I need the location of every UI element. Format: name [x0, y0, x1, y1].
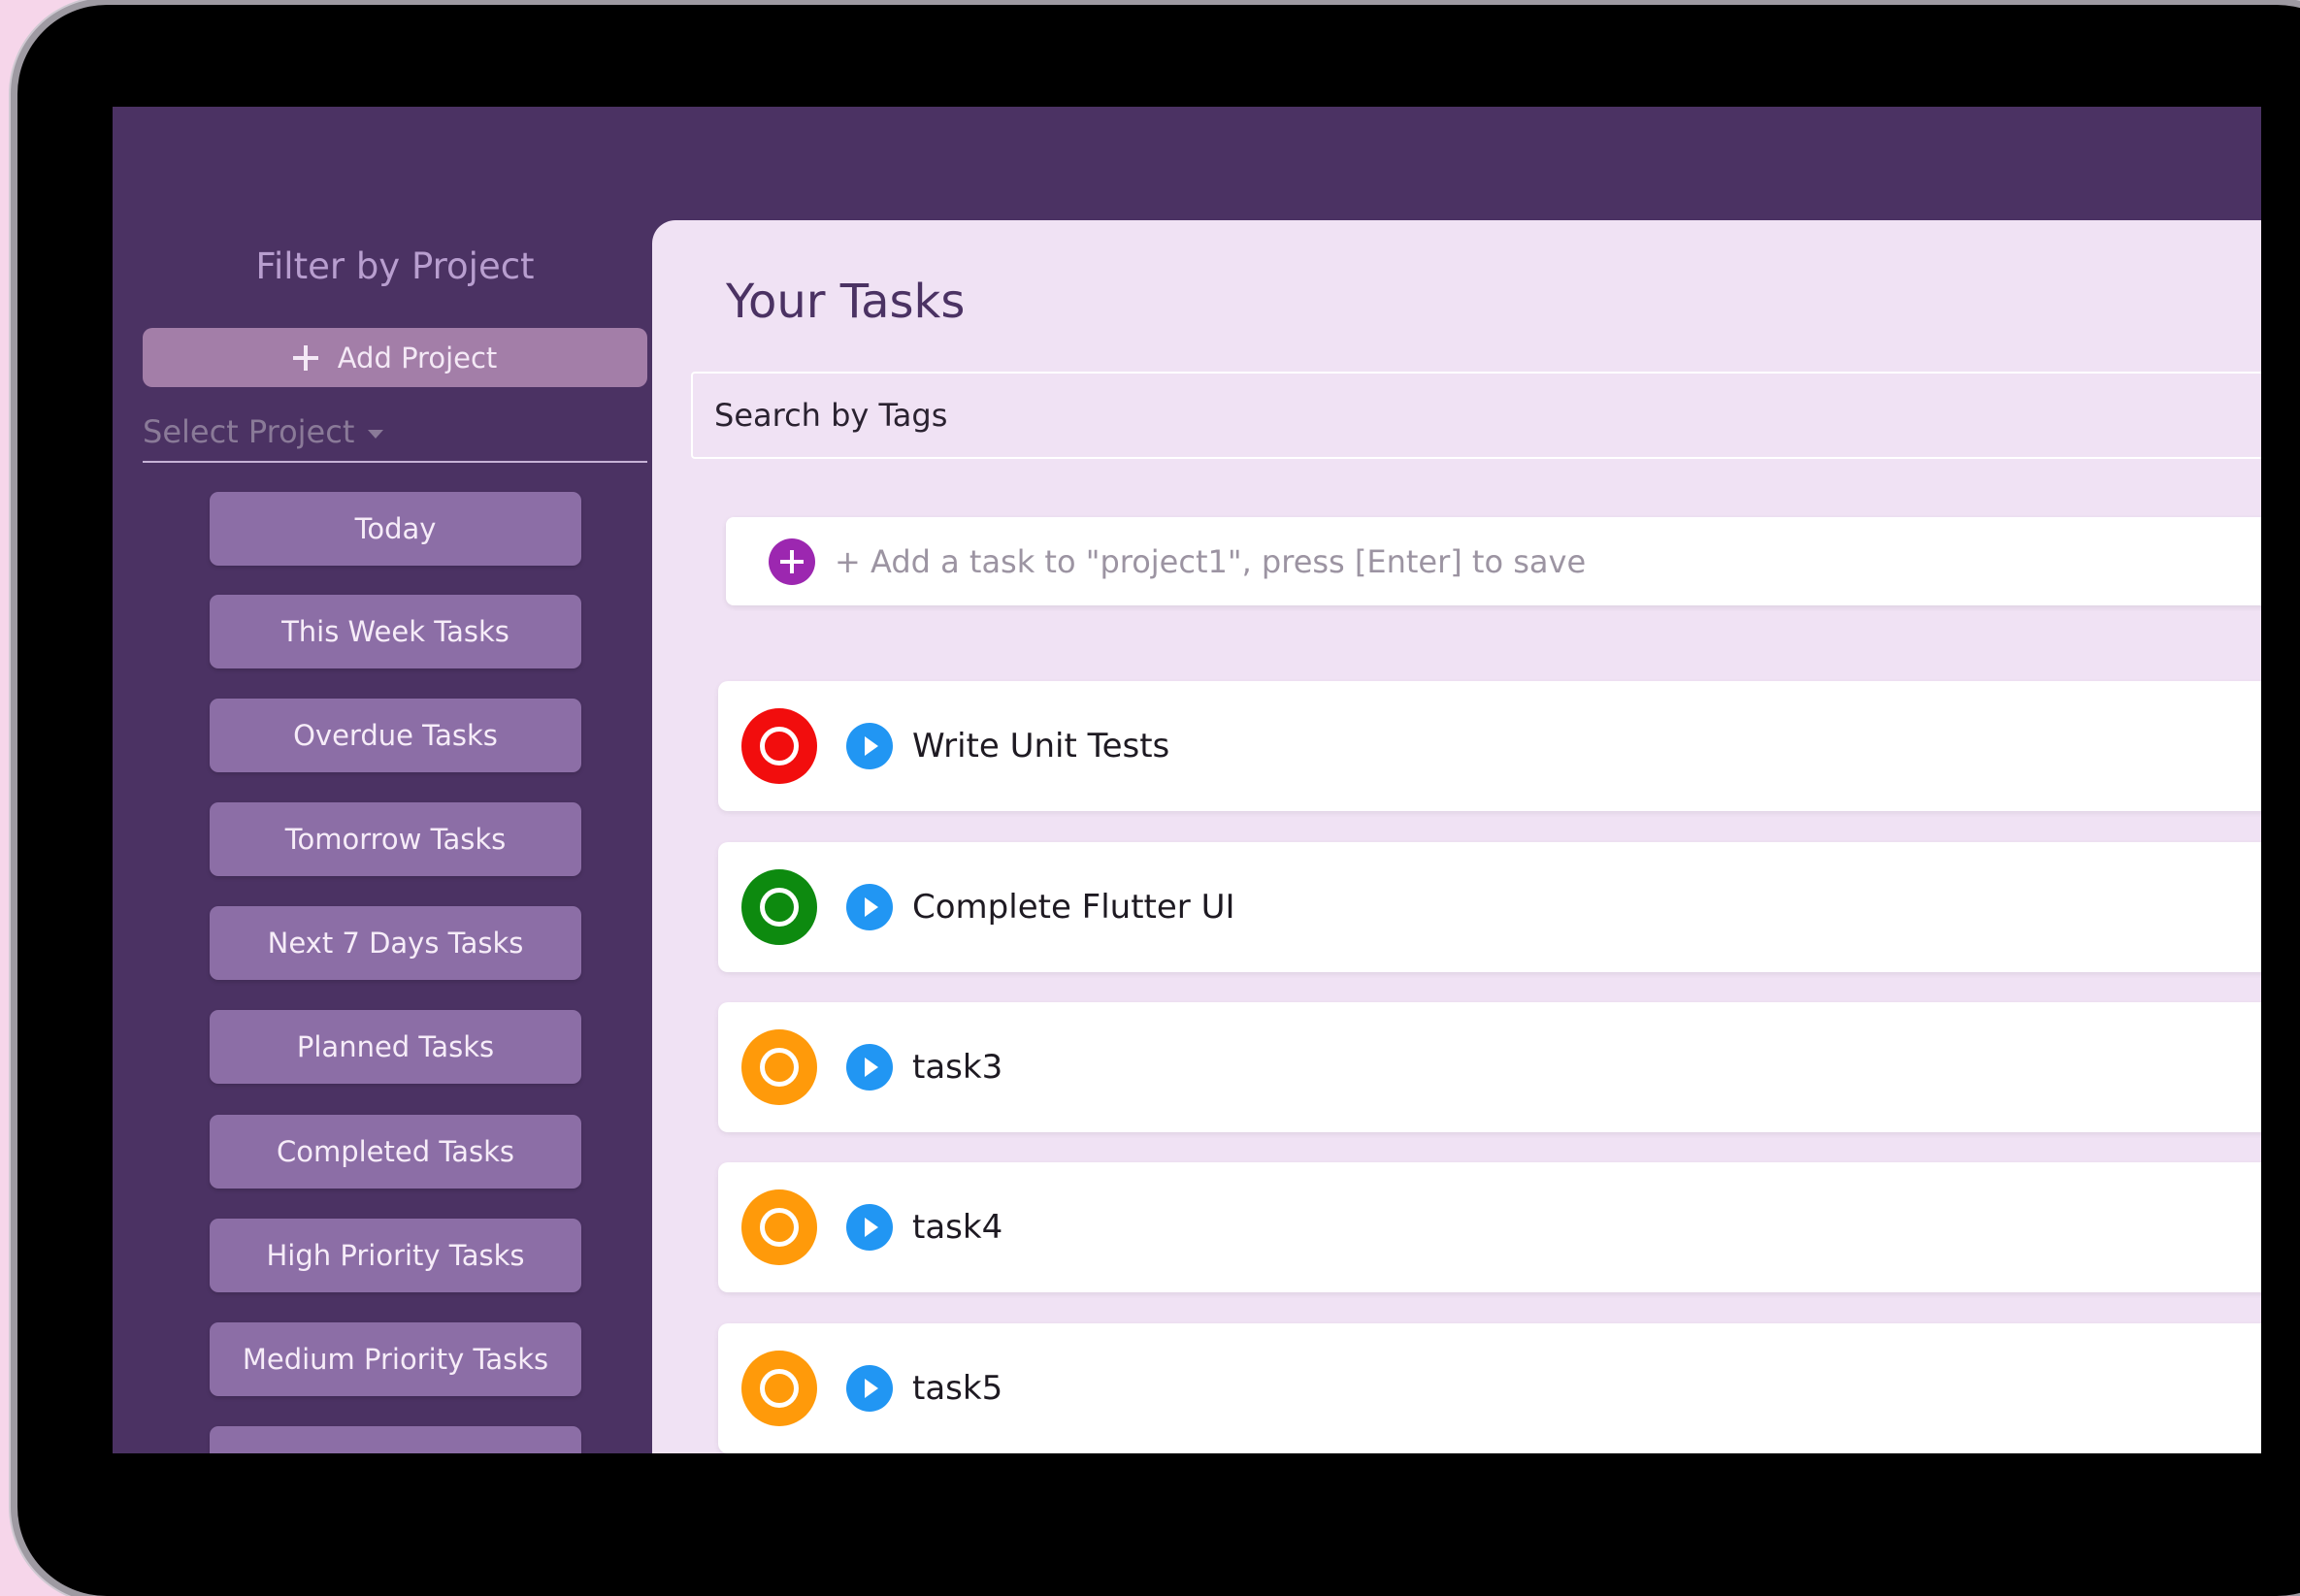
filter-today-button[interactable]: Today — [210, 492, 581, 566]
tag-search-placeholder: Search by Tags — [714, 397, 948, 434]
priority-circle-icon[interactable] — [741, 1029, 817, 1105]
play-icon[interactable] — [846, 1365, 893, 1412]
priority-circle-icon[interactable] — [741, 869, 817, 945]
priority-circle-icon[interactable] — [741, 1189, 817, 1265]
add-task-placeholder: + Add a task to "project1", press [Enter… — [835, 542, 1587, 580]
priority-circle-icon[interactable] — [741, 708, 817, 784]
tag-search-input[interactable]: Search by Tags — [691, 372, 2261, 459]
task-card[interactable]: task4 — [718, 1162, 2261, 1292]
filter-overdue-button[interactable]: Overdue Tasks — [210, 699, 581, 772]
tablet-frame: Filter by Project Add Project Select Pro… — [17, 5, 2300, 1596]
project-select[interactable]: Select Project — [143, 403, 647, 463]
page-title: Your Tasks — [726, 275, 966, 329]
filter-planned-button[interactable]: Planned Tasks — [210, 1010, 581, 1084]
task-name: task4 — [912, 1208, 1003, 1247]
task-name: task5 — [912, 1369, 1003, 1408]
play-icon[interactable] — [846, 1044, 893, 1091]
task-name: Write Unit Tests — [912, 727, 1170, 765]
task-card[interactable]: Write Unit Tests — [718, 681, 2261, 811]
add-project-button[interactable]: Add Project — [143, 328, 647, 387]
task-name: Complete Flutter UI — [912, 888, 1235, 927]
filter-medium-priority-button[interactable]: Medium Priority Tasks — [210, 1322, 581, 1396]
add-circle-icon[interactable] — [769, 537, 815, 585]
add-task-input[interactable]: + Add a task to "project1", press [Enter… — [726, 517, 2261, 605]
priority-circle-icon[interactable] — [741, 1351, 817, 1426]
plus-icon — [292, 344, 318, 371]
project-select-placeholder: Select Project — [143, 413, 355, 450]
app-screen: Filter by Project Add Project Select Pro… — [113, 107, 2261, 1453]
filter-completed-button[interactable]: Completed Tasks — [210, 1115, 581, 1189]
filter-title: Filter by Project — [255, 245, 535, 287]
task-card[interactable]: task5 — [718, 1323, 2261, 1453]
play-icon[interactable] — [846, 1204, 893, 1251]
filter-this-week-button[interactable]: This Week Tasks — [210, 595, 581, 668]
play-icon[interactable] — [846, 884, 893, 930]
project-sidebar: Filter by Project Add Project Select Pro… — [113, 107, 677, 1453]
add-project-label: Add Project — [337, 341, 498, 375]
task-card[interactable]: Complete Flutter UI — [718, 842, 2261, 972]
filter-high-priority-button[interactable]: High Priority Tasks — [210, 1219, 581, 1292]
play-icon[interactable] — [846, 723, 893, 769]
caret-down-icon — [368, 429, 384, 439]
tasks-panel: Your Tasks Search by Tags + Add a task t… — [652, 220, 2261, 1453]
filter-next-7-days-button[interactable]: Next 7 Days Tasks — [210, 906, 581, 980]
filter-next-button[interactable] — [210, 1426, 581, 1453]
task-name: task3 — [912, 1048, 1003, 1087]
task-card[interactable]: task3 — [718, 1002, 2261, 1132]
filter-tomorrow-button[interactable]: Tomorrow Tasks — [210, 802, 581, 876]
